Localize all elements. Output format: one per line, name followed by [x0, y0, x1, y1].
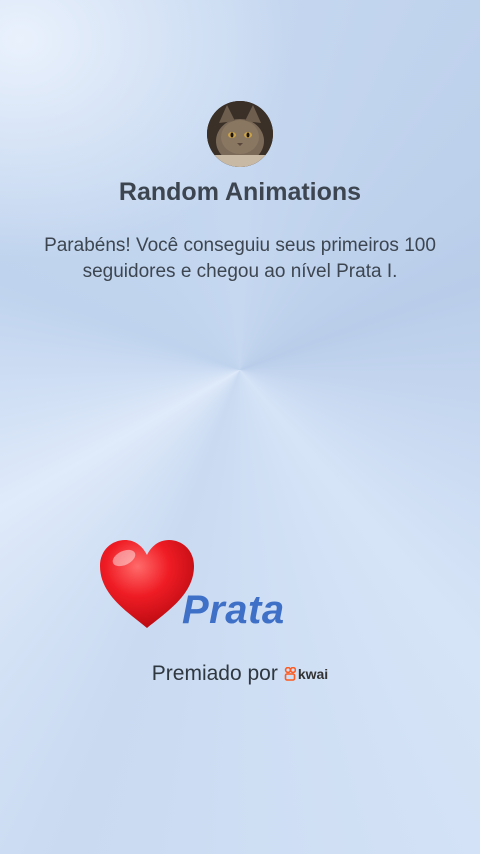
kwai-logo-icon — [284, 667, 296, 681]
profile-name: Random Animations — [118, 178, 362, 206]
congratulations-message: Parabéns! Você conseguiu seus primeiros … — [44, 235, 436, 282]
awarded-by-label: Premiado por — [151, 662, 278, 685]
kwai-brand[interactable]: kwai — [284, 666, 328, 682]
profile-avatar[interactable] — [207, 101, 273, 167]
kwai-brand-name: kwai — [297, 666, 329, 682]
badge-level-label: Prata — [182, 588, 285, 632]
cat-avatar-icon — [207, 101, 273, 167]
awarded-by-row: Premiado por kwai — [0, 662, 480, 686]
